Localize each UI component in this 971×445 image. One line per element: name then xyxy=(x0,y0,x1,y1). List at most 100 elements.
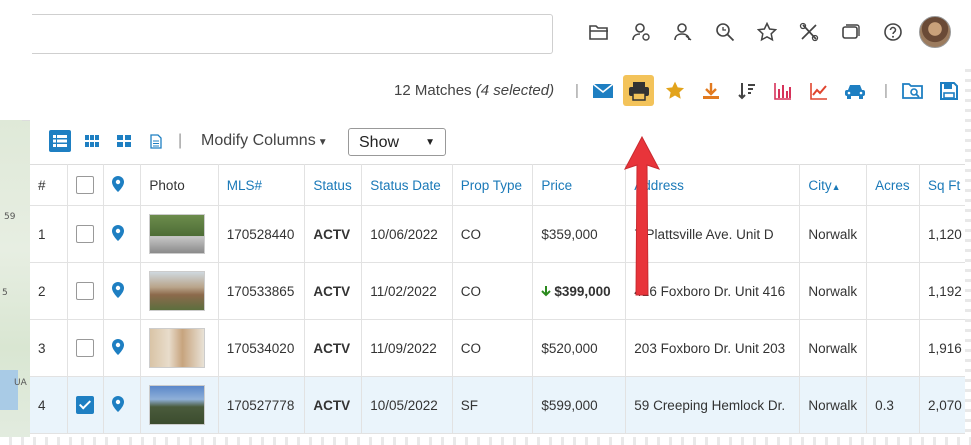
map-pin-icon xyxy=(111,224,124,241)
tile-view-button[interactable] xyxy=(113,130,135,152)
row-mls[interactable]: 170528440 xyxy=(218,205,306,263)
cards-icon[interactable] xyxy=(835,17,866,48)
download-button[interactable] xyxy=(695,75,726,106)
table-row[interactable]: 2 170533865 ACTV 11/02/2022 CO $399,000 … xyxy=(30,262,971,320)
favorite-button[interactable] xyxy=(659,75,690,106)
save-icon xyxy=(939,81,958,100)
header-status[interactable]: Status xyxy=(304,164,363,206)
row-select-cell xyxy=(67,262,104,320)
row-city: Norwalk xyxy=(799,262,868,320)
header-acres[interactable]: Acres xyxy=(866,164,920,206)
tools-icon[interactable] xyxy=(793,17,824,48)
map-pin-icon xyxy=(111,338,124,355)
table-row[interactable]: 1 170528440 ACTV 10/06/2022 CO $359,000 … xyxy=(30,205,971,263)
folder-icon[interactable] xyxy=(583,17,614,48)
favorite-star-icon xyxy=(665,81,684,99)
list-view-button[interactable] xyxy=(49,130,71,152)
viewbar-divider: | xyxy=(178,132,183,149)
header-status-date[interactable]: Status Date xyxy=(361,164,453,206)
header-mls[interactable]: MLS# xyxy=(218,164,306,206)
bar-chart-button[interactable] xyxy=(767,75,798,106)
star-outline-icon[interactable] xyxy=(751,17,782,48)
document-icon xyxy=(150,133,162,149)
modify-columns-dropdown[interactable]: Modify Columns ▼ xyxy=(201,132,328,150)
email-button[interactable] xyxy=(587,75,618,106)
row-number: 3 xyxy=(30,319,68,377)
caret-down-icon: ▼ xyxy=(317,137,328,148)
table-header-row: # Photo MLS# Status Status Date Prop Typ… xyxy=(30,164,971,206)
row-mls[interactable]: 170533865 xyxy=(218,262,306,320)
row-map-pin[interactable] xyxy=(103,262,142,320)
row-checkbox[interactable] xyxy=(75,225,94,243)
report-view-button[interactable] xyxy=(145,130,167,152)
row-number: 1 xyxy=(30,205,68,263)
listing-photo[interactable] xyxy=(149,385,206,425)
top-icons xyxy=(583,16,951,48)
show-select[interactable]: Show ▼ xyxy=(348,128,446,156)
listing-photo[interactable] xyxy=(149,271,206,311)
row-address: 59 Creeping Hemlock Dr. xyxy=(625,376,801,434)
torn-edge-bottom xyxy=(0,437,971,445)
row-acres xyxy=(866,319,920,377)
header-city-label: City xyxy=(808,177,832,193)
row-status-date: 10/06/2022 xyxy=(361,205,453,263)
listing-photo[interactable] xyxy=(149,328,206,368)
header-price[interactable]: Price xyxy=(532,164,627,206)
row-map-pin[interactable] xyxy=(103,205,142,263)
save-button[interactable] xyxy=(933,75,964,106)
grid-view-button[interactable] xyxy=(81,130,103,152)
header-prop-type[interactable]: Prop Type xyxy=(452,164,534,206)
header-number: # xyxy=(30,164,68,206)
row-acres xyxy=(866,262,920,320)
help-icon[interactable] xyxy=(877,17,908,48)
map-pin-icon xyxy=(111,395,124,412)
results-toolbar: 12 Matches (4 selected) | | xyxy=(22,62,971,121)
row-sqft: 1,192 xyxy=(919,262,971,320)
user-remove-icon[interactable] xyxy=(667,17,698,48)
map-label: 59 xyxy=(4,212,16,222)
row-number: 4 xyxy=(30,376,68,434)
user-avatar[interactable] xyxy=(919,16,951,48)
row-price: $399,000 xyxy=(532,262,627,320)
row-map-pin[interactable] xyxy=(103,319,142,377)
matches-summary: 12 Matches (4 selected) xyxy=(394,82,554,99)
annotation-arrow xyxy=(623,135,661,296)
row-price: $359,000 xyxy=(532,205,627,263)
search-input[interactable] xyxy=(32,14,553,54)
search-zoom-icon[interactable] xyxy=(709,17,740,48)
row-prop-type: CO xyxy=(452,205,534,263)
modify-columns-label: Modify Columns xyxy=(201,132,316,149)
sort-button[interactable] xyxy=(731,75,762,106)
row-photo-cell xyxy=(140,376,219,434)
table-row[interactable]: 3 170534020 ACTV 11/09/2022 CO $520,000 … xyxy=(30,319,971,377)
row-checkbox[interactable] xyxy=(75,339,94,357)
print-button[interactable] xyxy=(623,75,654,106)
row-checkbox[interactable] xyxy=(75,282,94,300)
header-sqft[interactable]: Sq Ft xyxy=(919,164,971,206)
map-panel[interactable]: 59 5 UA xyxy=(0,120,30,445)
table-row-selected[interactable]: 4 170527778 ACTV 10/05/2022 SF $599,000 … xyxy=(30,376,971,434)
row-photo-cell xyxy=(140,319,219,377)
row-status: ACTV xyxy=(304,319,363,377)
row-mls[interactable]: 170527778 xyxy=(218,376,306,434)
row-price: $599,000 xyxy=(532,376,627,434)
price-down-arrow-icon xyxy=(541,285,552,296)
select-all-checkbox[interactable] xyxy=(75,176,94,194)
listing-photo[interactable] xyxy=(149,214,206,254)
user-switch-icon[interactable] xyxy=(625,17,656,48)
row-prop-type: CO xyxy=(452,262,534,320)
row-price-value: $399,000 xyxy=(554,283,611,299)
toolbar-actions xyxy=(587,75,875,106)
row-photo-cell xyxy=(140,205,219,263)
row-mls[interactable]: 170534020 xyxy=(218,319,306,377)
row-map-pin[interactable] xyxy=(103,376,142,434)
sort-asc-icon: ▲ xyxy=(831,181,841,192)
header-city[interactable]: City▲ xyxy=(799,164,868,206)
row-city: Norwalk xyxy=(799,205,868,263)
row-checkbox-checked[interactable] xyxy=(75,396,94,414)
drive-button[interactable] xyxy=(839,75,870,106)
row-sqft: 2,070 xyxy=(919,376,971,434)
folder-search-button[interactable] xyxy=(897,75,928,106)
line-chart-button[interactable] xyxy=(803,75,834,106)
row-price: $520,000 xyxy=(532,319,627,377)
